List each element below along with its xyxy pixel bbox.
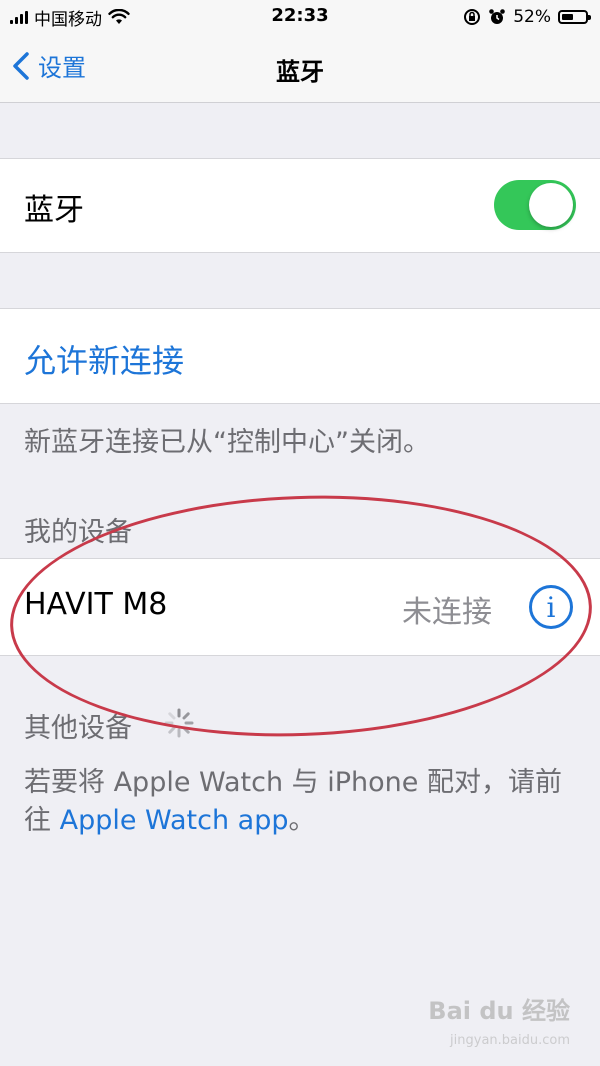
device-status: 未连接 xyxy=(402,595,492,630)
toggle-knob xyxy=(529,183,573,227)
baidu-watermark: Bai du 经验 xyxy=(428,997,570,1025)
status-right: 52% xyxy=(463,6,591,28)
allow-new-connections-cell[interactable]: 允许新连接 xyxy=(0,308,600,404)
baidu-watermark-url: jingyan.baidu.com xyxy=(450,1033,570,1048)
other-devices-header: 其他设备 xyxy=(24,713,132,744)
bluetooth-cell: 蓝牙 xyxy=(0,158,600,253)
allow-new-note: 新蓝牙连接已从“控制中心”关闭。 xyxy=(24,427,430,458)
battery-percent: 52% xyxy=(513,7,551,27)
my-devices-header: 我的设备 xyxy=(24,517,132,548)
allow-new-connections-link[interactable]: 允许新连接 xyxy=(24,336,184,382)
battery-icon xyxy=(558,10,591,24)
bluetooth-toggle[interactable] xyxy=(494,180,576,230)
loading-spinner-icon xyxy=(164,708,194,738)
status-bar: 中国移动 22:33 52% xyxy=(0,0,600,34)
pairing-note-end: 。 xyxy=(288,805,316,836)
device-name: HAVIT M8 xyxy=(24,587,168,622)
alarm-icon xyxy=(489,9,506,24)
page-title: 蓝牙 xyxy=(276,58,324,86)
apple-watch-app-link[interactable]: Apple Watch app xyxy=(60,805,289,836)
bluetooth-label: 蓝牙 xyxy=(24,193,84,228)
navigation-bar: 设置 蓝牙 xyxy=(0,34,600,103)
pairing-note: 若要将 Apple Watch 与 iPhone 配对，请前往 Apple Wa… xyxy=(24,764,584,840)
info-icon[interactable]: i xyxy=(529,585,573,629)
device-row[interactable]: HAVIT M8 未连接 i xyxy=(0,558,600,656)
orientation-lock-icon xyxy=(464,9,481,25)
